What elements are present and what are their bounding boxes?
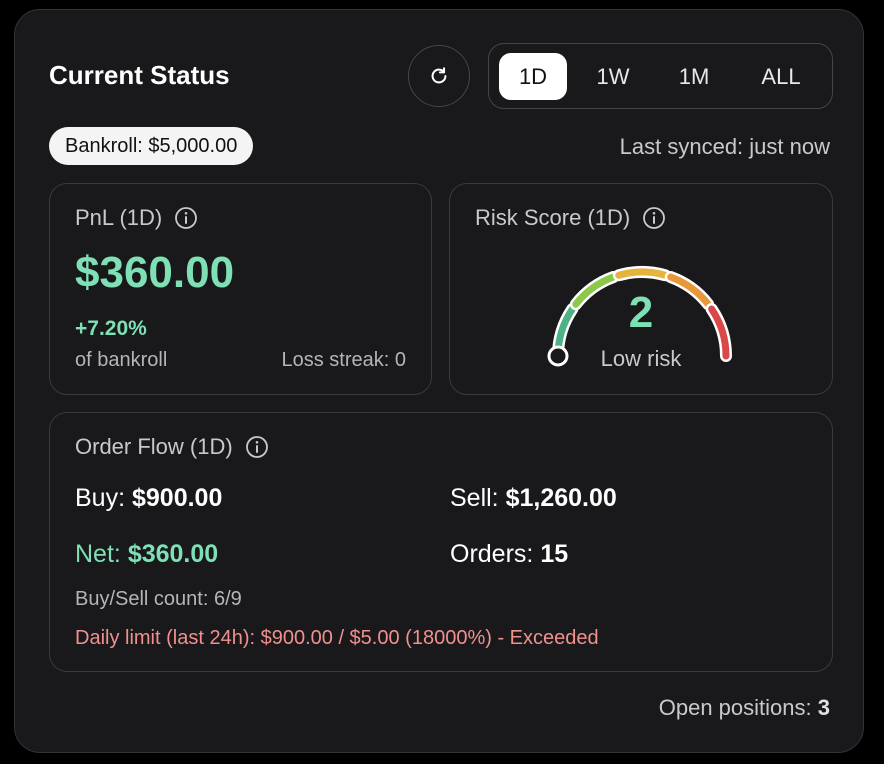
loss-streak: Loss streak: 0 [281,349,406,371]
refresh-icon [431,67,447,84]
pnl-panel: PnL (1D) $360.00 +7.20% of bankroll Loss… [49,183,432,395]
range-1m-button[interactable]: 1M [661,53,727,100]
sell-total: Sell: $1,260.00 [450,484,617,512]
pnl-value: $360.00 [75,248,235,297]
orders-count: Orders: 15 [450,540,569,568]
time-range-selector: 1D 1W 1M ALL [488,43,833,109]
refresh-button[interactable] [408,45,470,107]
daily-limit-warning: Daily limit (last 24h): $900.00 / $5.00 … [75,627,599,649]
buy-sell-count: Buy/Sell count: 6/9 [75,588,242,610]
net-total: Net: $360.00 [75,540,219,568]
range-1d-button[interactable]: 1D [499,53,567,100]
risk-label: Low risk [600,346,682,371]
risk-title: Risk Score (1D) [475,205,631,230]
buy-total: Buy: $900.00 [75,484,223,512]
page-title: Current Status [49,60,230,90]
risk-panel: Risk Score (1D) 2 Low risk [449,183,833,395]
info-icon[interactable] [642,206,666,230]
last-synced-text: Last synced: just now [619,134,830,159]
status-card: Current Status 1D 1W 1M ALL Bankroll: $5… [14,9,864,753]
gauge-segment [615,268,669,279]
range-1w-button[interactable]: 1W [581,53,645,100]
bankroll-badge: Bankroll: $5,000.00 [49,127,254,165]
pnl-title: PnL (1D) [75,205,163,230]
range-all-button[interactable]: ALL [743,53,819,100]
pnl-percent: +7.20% [75,317,147,340]
pnl-subtext: of bankroll [75,349,168,371]
info-icon[interactable] [245,435,269,459]
info-icon[interactable] [174,206,198,230]
open-positions: Open positions: 3 [658,695,830,720]
order-flow-panel: Order Flow (1D) Buy: $900.00 Sell: $1,26… [49,412,833,672]
order-flow-title: Order Flow (1D) [75,434,233,459]
risk-score: 2 [628,288,654,337]
